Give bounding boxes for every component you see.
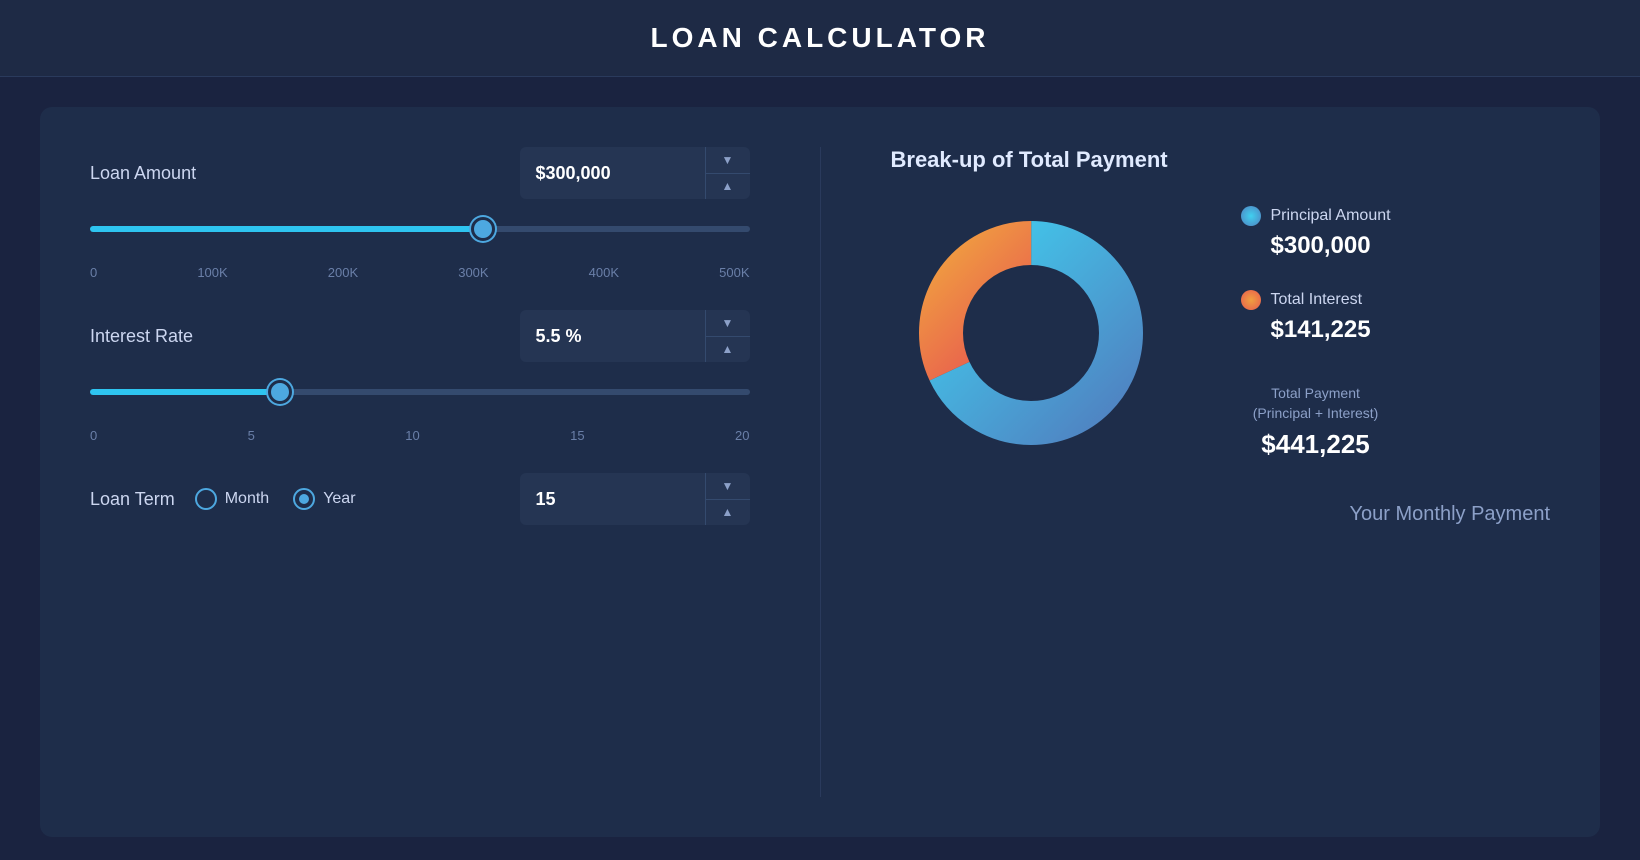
- interest-rate-value: 5.5 %: [520, 326, 705, 347]
- principal-label: Principal Amount: [1271, 207, 1391, 225]
- year-radio-circle: [293, 488, 315, 510]
- loan-tick-1: 100K: [197, 265, 227, 280]
- month-radio-option[interactable]: Month: [195, 488, 269, 510]
- interest-rate-down-button[interactable]: ▼: [706, 310, 750, 337]
- chart-legend: Principal Amount $300,000 Total Interest…: [1241, 206, 1391, 460]
- donut-inner-circle: [965, 267, 1097, 399]
- rate-tick-4: 20: [735, 428, 749, 443]
- app-header: LOAN CALCULATOR: [0, 0, 1640, 77]
- loan-tick-2: 200K: [328, 265, 358, 280]
- principal-dot: [1241, 206, 1261, 226]
- interest-rate-slider-container: 0 5 10 15 20: [90, 372, 750, 443]
- loan-amount-slider[interactable]: [90, 226, 750, 232]
- interest-rate-row: Interest Rate 5.5 % ▼ ▲: [90, 310, 750, 362]
- loan-term-spinner: 15 ▼ ▲: [520, 473, 750, 525]
- loan-amount-up-button[interactable]: ▲: [706, 174, 750, 200]
- loan-amount-spinner: $300,000 ▼ ▲: [520, 147, 750, 199]
- legend-total: Total Payment (Principal + Interest) $44…: [1241, 384, 1391, 460]
- interest-rate-slider[interactable]: [90, 389, 750, 395]
- loan-amount-value: $300,000: [520, 163, 705, 184]
- donut-chart: [891, 193, 1171, 473]
- right-panel: Break-up of Total Payment: [891, 147, 1551, 797]
- left-panel: Loan Amount $300,000 ▼ ▲ 0 100K 200K 300…: [90, 147, 750, 797]
- loan-tick-3: 300K: [458, 265, 488, 280]
- interest-label: Total Interest: [1271, 291, 1363, 309]
- month-radio-circle: [195, 488, 217, 510]
- interest-rate-label: Interest Rate: [90, 326, 193, 347]
- loan-amount-label: Loan Amount: [90, 163, 196, 184]
- loan-term-value: 15: [520, 489, 705, 510]
- total-label: Total Payment: [1271, 385, 1360, 401]
- year-radio-label: Year: [323, 490, 355, 508]
- loan-term-row: Loan Term Month Year 15 ▼ ▲: [90, 473, 750, 525]
- rate-tick-0: 0: [90, 428, 97, 443]
- loan-tick-0: 0: [90, 265, 97, 280]
- interest-dot: [1241, 290, 1261, 310]
- loan-amount-down-button[interactable]: ▼: [706, 147, 750, 174]
- interest-value: $141,225: [1271, 316, 1391, 344]
- loan-tick-5: 500K: [719, 265, 749, 280]
- loan-term-label: Loan Term: [90, 489, 175, 510]
- rate-slider-ticks: 0 5 10 15 20: [90, 428, 750, 443]
- rate-tick-2: 10: [405, 428, 419, 443]
- loan-slider-ticks: 0 100K 200K 300K 400K 500K: [90, 265, 750, 280]
- legend-principal: Principal Amount $300,000: [1241, 206, 1391, 260]
- total-value: $441,225: [1241, 429, 1391, 460]
- main-container: Loan Amount $300,000 ▼ ▲ 0 100K 200K 300…: [40, 107, 1600, 837]
- rate-tick-3: 15: [570, 428, 584, 443]
- total-sublabel: (Principal + Interest): [1253, 405, 1379, 421]
- loan-tick-4: 400K: [589, 265, 619, 280]
- year-radio-option[interactable]: Year: [293, 488, 355, 510]
- month-radio-label: Month: [225, 490, 269, 508]
- loan-term-down-button[interactable]: ▼: [706, 473, 750, 500]
- legend-interest: Total Interest $141,225: [1241, 290, 1391, 344]
- loan-term-up-button[interactable]: ▲: [706, 500, 750, 526]
- interest-rate-spinner: 5.5 % ▼ ▲: [520, 310, 750, 362]
- chart-legend-row: Principal Amount $300,000 Total Interest…: [891, 193, 1551, 473]
- app-title: LOAN CALCULATOR: [0, 22, 1640, 54]
- loan-amount-row: Loan Amount $300,000 ▼ ▲: [90, 147, 750, 199]
- principal-value: $300,000: [1271, 232, 1391, 260]
- loan-amount-slider-container: 0 100K 200K 300K 400K 500K: [90, 209, 750, 280]
- loan-term-radio-group: Month Year: [195, 488, 356, 510]
- monthly-payment-title: Your Monthly Payment: [891, 503, 1551, 526]
- breakup-title: Break-up of Total Payment: [891, 147, 1551, 173]
- donut-svg: [891, 193, 1171, 473]
- interest-rate-up-button[interactable]: ▲: [706, 337, 750, 363]
- rate-tick-1: 5: [248, 428, 255, 443]
- panel-divider: [820, 147, 821, 797]
